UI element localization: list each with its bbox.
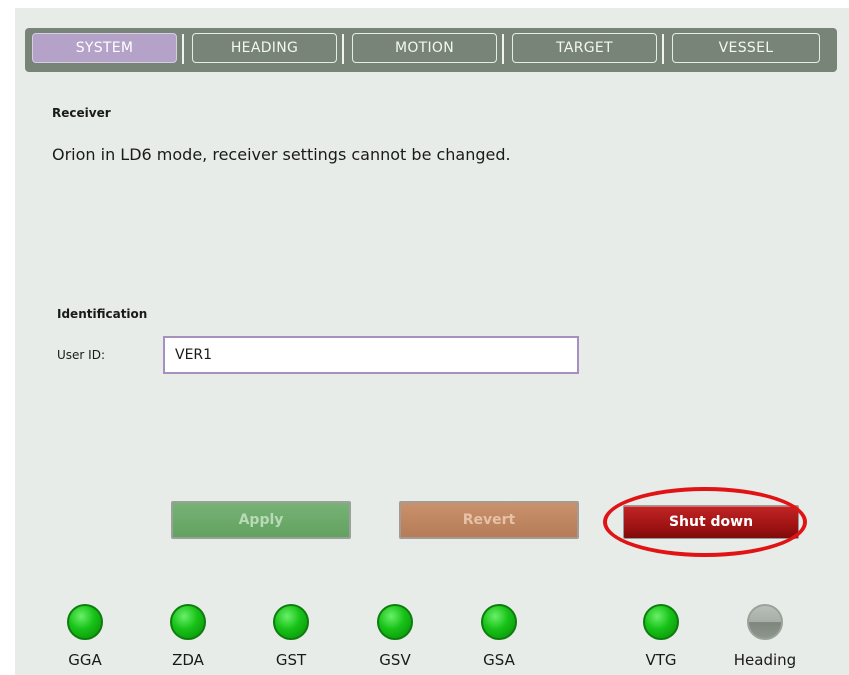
receiver-message: Orion in LD6 mode, receiver settings can… xyxy=(52,145,511,164)
shutdown-button[interactable]: Shut down xyxy=(623,505,799,539)
gsv-label: GSV xyxy=(379,651,411,669)
heading-label: Heading xyxy=(733,651,797,669)
apply-button[interactable]: Apply xyxy=(171,501,351,539)
tab-separator xyxy=(662,34,664,64)
gst-indicator-icon xyxy=(273,604,309,640)
tab-bar: SYSTEM HEADING MOTION TARGET VESSEL xyxy=(25,28,837,72)
revert-button[interactable]: Revert xyxy=(399,501,579,539)
user-id-label: User ID: xyxy=(57,348,105,362)
receiver-heading: Receiver xyxy=(52,106,111,120)
tab-separator xyxy=(342,34,344,64)
identification-heading: Identification xyxy=(57,307,148,321)
zda-label: ZDA xyxy=(172,651,204,669)
settings-panel: SYSTEM HEADING MOTION TARGET VESSEL Rece… xyxy=(15,8,849,675)
user-id-input[interactable] xyxy=(163,336,579,374)
vtg-indicator-icon xyxy=(643,604,679,640)
gsv-indicator-icon xyxy=(377,604,413,640)
gga-label: GGA xyxy=(68,651,102,669)
gga-indicator-icon xyxy=(67,604,103,640)
gsa-label: GSA xyxy=(483,651,515,669)
zda-indicator-icon xyxy=(170,604,206,640)
heading-indicator-icon xyxy=(747,604,783,640)
vtg-label: VTG xyxy=(645,651,677,669)
tab-separator xyxy=(502,34,504,64)
tab-motion[interactable]: MOTION xyxy=(352,33,497,63)
tab-system[interactable]: SYSTEM xyxy=(32,33,177,63)
gst-label: GST xyxy=(275,651,307,669)
tab-heading[interactable]: HEADING xyxy=(192,33,337,63)
gsa-indicator-icon xyxy=(481,604,517,640)
tab-target[interactable]: TARGET xyxy=(512,33,657,63)
tab-vessel[interactable]: VESSEL xyxy=(672,33,820,63)
tab-separator xyxy=(182,34,184,64)
